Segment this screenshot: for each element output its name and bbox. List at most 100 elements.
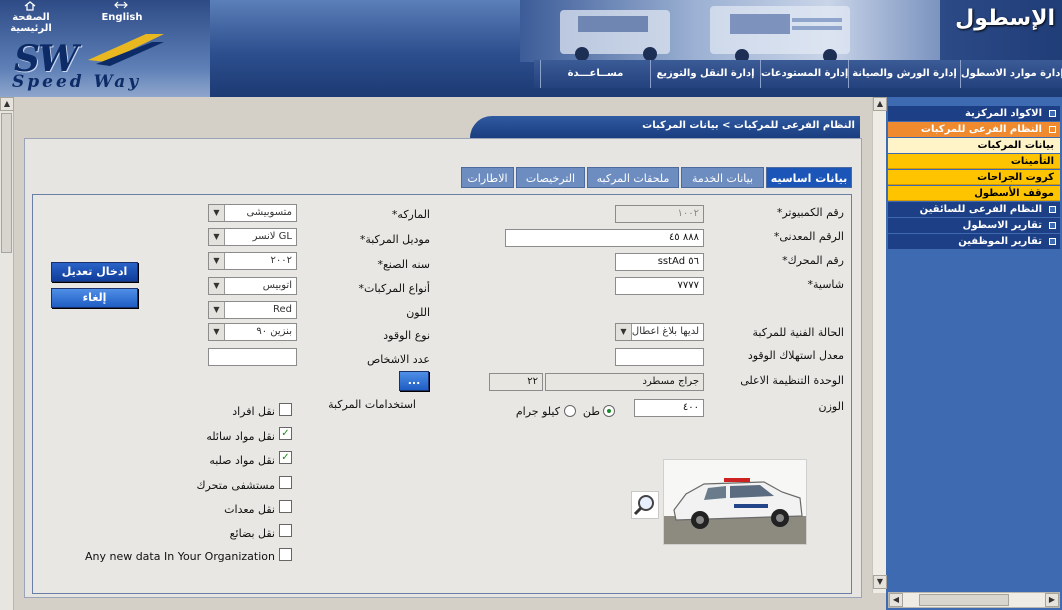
chevron-down-icon[interactable]: ▼ [209,205,225,221]
sidebar-item-surgery-cards[interactable]: كروت الجراحات [888,170,1060,185]
nav-help[interactable]: مســاعـــدة [540,60,650,88]
metal-no-field[interactable]: ٨٨٨ ٤٥ [505,229,704,247]
parent-unit-name-field[interactable]: جراج مسطرد [545,373,704,391]
chevron-down-icon[interactable]: ▼ [209,229,225,245]
tech-status-select[interactable]: ▼ لديها بلاغ اعطال [615,323,704,341]
label-tech-status: الحالة الفنية للمركبة [752,326,845,339]
scroll-left-icon[interactable]: ◀ [889,593,903,607]
label-ton: طن [582,405,600,418]
checkbox-liquids[interactable]: ✓ [279,427,292,440]
language-icon [114,0,128,10]
scroll-right-icon[interactable]: ▶ [1045,593,1059,607]
label-engine-no: *رقم المحرك [782,254,844,267]
label-year: *سنه الصنع [377,258,430,271]
header-truck-banner [520,0,960,63]
tab-tires[interactable]: الاطارات [461,167,514,188]
vehicle-types-select[interactable]: ▼ اتوبيس [208,277,297,295]
nav-transport[interactable]: إدارة النقل والتوزيع [650,60,760,88]
chassis-field[interactable]: ٧٧٧٧ [615,277,704,295]
home-icon[interactable] [24,1,36,11]
checkbox-new-data[interactable] [279,548,292,561]
label-weight: الوزن [818,400,844,413]
breadcrumb: النظام الفرعى للمركبات > بيانات المركبات [642,120,855,131]
sidebar-item-employee-reports[interactable]: تقارير الموظفين [888,234,1060,249]
scroll-up-icon[interactable]: ▲ [0,97,14,111]
label-color: اللون [406,306,430,319]
label-parent-unit: الوحدة التنظيمة الاعلى [740,374,844,387]
label-model: *موديل المركبة [359,233,430,246]
chevron-down-icon[interactable]: ▼ [209,324,225,340]
tab-basic-data[interactable]: بيانات اساسيه [766,167,852,188]
square-bullet-icon [1049,110,1056,117]
sidebar-hscrollbar[interactable]: ◀ ▶ [888,592,1060,608]
logo-text: Speed Way [12,72,142,92]
checkbox-mobile-hospital[interactable] [279,476,292,489]
label-liquids: نقل مواد سائله [206,430,275,443]
chevron-down-icon[interactable]: ▼ [209,278,225,294]
chevron-down-icon[interactable]: ▼ [616,324,632,340]
label-usages: استخدامات المركبة [328,398,416,411]
app-title: الإسطول [955,6,1055,31]
sidebar-item-fleet-status[interactable]: موقف الأسطول [888,186,1060,201]
zoom-icon[interactable] [631,491,659,519]
chevron-down-icon[interactable]: ▼ [209,302,225,318]
persons-field[interactable] [208,348,297,366]
fuel-type-select[interactable]: ▼ بنزين ٩٠ [208,323,297,341]
engine-no-field[interactable]: sstAd ٥٦ [615,253,704,271]
color-select[interactable]: ▼ Red [208,301,297,319]
usages-picker-button[interactable]: ... [399,371,429,391]
sidebar-item-vehicle-data[interactable]: بيانات المركبات [888,138,1060,153]
square-bullet-icon [1049,222,1056,229]
label-chassis: *شاسية [807,278,844,291]
label-kg: كيلو جرام [515,405,560,418]
scroll-thumb[interactable] [919,594,1009,606]
checkbox-transport-persons[interactable] [279,403,292,416]
chevron-down-icon[interactable]: ▼ [209,253,225,269]
logo-wing-icon [88,34,164,66]
tab-licenses[interactable]: الترخيصات [516,167,585,188]
brand-select[interactable]: ▼ متسوبيشى [208,204,297,222]
sidebar-item-insurance[interactable]: التأمينات [888,154,1060,169]
nav-workshops[interactable]: إدارة الورش والصيانة [848,60,960,88]
label-equipment: نقل معدات [224,503,275,516]
label-transport-persons: نقل افراد [232,405,275,418]
cancel-button[interactable]: إلغاء [51,288,138,308]
sidebar-item-fleet-reports[interactable]: تقارير الاسطول [888,218,1060,233]
sidebar-item-drivers-subsystem[interactable]: النظام الفرعى للسائقين [888,202,1060,217]
scroll-down-icon[interactable]: ▼ [873,575,887,589]
label-goods: نقل بضائع [229,527,275,540]
label-mobile-hospital: مستشفى متحرك [196,479,275,492]
english-link[interactable]: English [96,12,148,23]
label-new-data: Any new data In Your Organization [84,550,275,563]
checkbox-equipment[interactable] [279,500,292,513]
nav-warehouses[interactable]: إدارة المستودعات [760,60,848,88]
checkbox-solids[interactable]: ✓ [279,451,292,464]
weight-field[interactable]: ٤٠٠ [634,399,704,417]
submit-edit-button[interactable]: ادخال تعديل [51,262,138,282]
fuel-rate-field[interactable] [615,348,704,366]
left-scrollbar[interactable]: ▲ [0,97,14,610]
label-vehicle-types: *أنواع المركبات [358,282,430,295]
label-brand: *الماركه [391,208,430,221]
computer-no-field[interactable]: ١٠٠٢ [615,205,704,223]
vehicle-photo [663,459,807,545]
tab-service-data[interactable]: بيانات الخدمة [681,167,764,188]
scroll-thumb[interactable] [1,113,12,253]
label-persons: عدد الاشخاص [366,353,430,366]
tab-accessories[interactable]: ملحقات المركبه [587,167,679,188]
parent-unit-code-field[interactable]: ٢٢ [489,373,543,391]
square-bullet-icon [1049,238,1056,245]
sidebar-item-central-codes[interactable]: الاكواد المركزية [888,106,1060,121]
model-select[interactable]: ▼ لانسر GL [208,228,297,246]
nav-fleet-resources[interactable]: إدارة موارد الاسطول [960,60,1062,88]
sidebar-item-vehicles-subsystem[interactable]: النظام الفرعى للمركبات [888,122,1060,137]
radio-kg[interactable] [564,405,576,417]
home-link[interactable]: الصفحة الرئيسية [0,12,62,34]
square-bullet-icon [1049,206,1056,213]
content-scrollbar[interactable]: ▲ ▼ [872,97,887,593]
label-fuel-type: نوع الوقود [383,329,430,342]
year-select[interactable]: ▼ ٢٠٠٢ [208,252,297,270]
scroll-up-icon[interactable]: ▲ [873,97,887,111]
checkbox-goods[interactable] [279,524,292,537]
radio-ton[interactable] [603,405,615,417]
